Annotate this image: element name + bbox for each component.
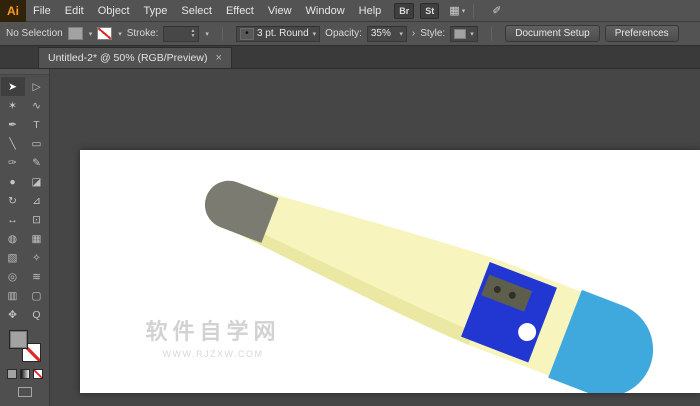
- style-swatch: [454, 28, 467, 39]
- menu-edit[interactable]: Edit: [58, 0, 91, 21]
- style-caret-icon: ▾: [470, 30, 474, 38]
- illustrator-logo[interactable]: Ai: [0, 0, 26, 22]
- tab-untitled-2[interactable]: Untitled-2* @ 50% (RGB/Preview) ×: [38, 47, 232, 68]
- brush-name: 3 pt. Round: [256, 28, 309, 39]
- hand-tool[interactable]: ✥: [1, 305, 25, 324]
- scale-tool[interactable]: ⊿: [25, 191, 49, 210]
- workspace-icon: ✐: [492, 5, 502, 17]
- width-tool[interactable]: ↔: [1, 210, 25, 229]
- arrange-documents-icon: ▦: [449, 5, 460, 17]
- opacity-input[interactable]: 35% ▾: [366, 25, 407, 42]
- stroke-weight-caret-icon[interactable]: ▾: [205, 30, 209, 38]
- gradient-tool[interactable]: ▧: [1, 248, 25, 267]
- blend-tool[interactable]: ◎: [1, 267, 25, 286]
- line-segment-tool[interactable]: ╲: [1, 134, 25, 153]
- stroke-weight-input[interactable]: ▲ ▼: [163, 25, 200, 42]
- menu-file[interactable]: File: [26, 0, 58, 21]
- control-bar: No Selection ▾ ▾ Stroke: ▲ ▼ ▾ • 3 pt. R…: [0, 22, 700, 46]
- stroke-stepper[interactable]: ▲ ▼: [190, 28, 195, 39]
- preferences-button[interactable]: Preferences: [604, 25, 679, 42]
- shape-builder-tool[interactable]: ◍: [1, 229, 25, 248]
- rotate-tool[interactable]: ↻: [1, 191, 25, 210]
- eyedropper-tool[interactable]: ✧: [25, 248, 49, 267]
- opacity-label: Opacity:: [325, 28, 362, 39]
- menu-view[interactable]: View: [261, 0, 299, 21]
- chevron-down-icon: ▾: [461, 7, 466, 15]
- tool-grid: ➤ ▷ ✶ ∿ ✒ T ╲ ▭ ✑ ✎ ● ◪ ↻ ⊿ ↔ ⊡ ◍ ▦ ▧ ✧ ◎ ≋ ▥ ▢ ✥ Q: [0, 75, 49, 324]
- stroke-color-swatch[interactable]: [97, 27, 113, 40]
- menu-help[interactable]: Help: [352, 0, 389, 21]
- tab-title: Untitled-2* @ 50% (RGB/Preview): [48, 52, 208, 64]
- style-dropdown[interactable]: ▾: [450, 25, 479, 42]
- stroke-caret-icon[interactable]: ▾: [118, 30, 122, 38]
- blob-brush-tool[interactable]: ●: [1, 172, 25, 191]
- opacity-caret-icon: ▾: [399, 30, 403, 38]
- gradient-button[interactable]: [19, 369, 30, 379]
- none-button[interactable]: [32, 369, 43, 379]
- screen-mode-button[interactable]: [17, 387, 32, 397]
- stock-button[interactable]: St: [420, 2, 440, 19]
- pen-tool[interactable]: ✒: [1, 115, 25, 134]
- rectangle-tool[interactable]: ▭: [25, 134, 49, 153]
- document-setup-button[interactable]: Document Setup: [505, 25, 600, 42]
- magic-wand-tool[interactable]: ✶: [1, 96, 25, 115]
- pencil-tool[interactable]: ✎: [25, 153, 49, 172]
- menu-window[interactable]: Window: [299, 0, 352, 21]
- transparency-panel-chevron-icon[interactable]: ›: [412, 28, 415, 39]
- artboard[interactable]: 软件自学网 WWW.RJZXW.COM: [80, 150, 700, 393]
- menu-object[interactable]: Object: [91, 0, 137, 21]
- color-mode-row: [0, 369, 49, 379]
- column-graph-tool[interactable]: ▥: [1, 286, 25, 305]
- menu-bar: Ai File Edit Object Type Select Effect View Win…: [0, 0, 700, 22]
- style-label: Style:: [420, 28, 446, 39]
- menu-select[interactable]: Select: [174, 0, 219, 21]
- control-separator-2: [491, 26, 493, 41]
- zoom-tool[interactable]: Q: [25, 305, 49, 324]
- mesh-tool[interactable]: ▦: [25, 229, 49, 248]
- direct-selection-tool[interactable]: ▷: [25, 77, 49, 96]
- free-transform-tool[interactable]: ⊡: [25, 210, 49, 229]
- fill-stroke-control[interactable]: [8, 330, 41, 362]
- tab-bar: Untitled-2* @ 50% (RGB/Preview) ×: [0, 46, 700, 69]
- menu-effect[interactable]: Effect: [219, 0, 261, 21]
- tab-close-icon[interactable]: ×: [215, 52, 221, 64]
- fill-caret-icon[interactable]: ▾: [89, 30, 93, 38]
- workspace-switcher-button[interactable]: ✐: [492, 4, 501, 17]
- stepper-down-icon[interactable]: ▼: [190, 33, 195, 39]
- arrange-documents-button[interactable]: ▦ ▾: [449, 4, 465, 17]
- color-button[interactable]: [6, 369, 17, 379]
- symbol-sprayer-tool[interactable]: ≋: [25, 267, 49, 286]
- tools-panel: ➤ ▷ ✶ ∿ ✒ T ╲ ▭ ✑ ✎ ● ◪ ↻ ⊿ ↔ ⊡ ◍ ▦ ▧ ✧ ◎ ≋ ▥ ▢ ✥ Q: [0, 69, 50, 406]
- opacity-value: 35%: [370, 28, 391, 39]
- selection-tool[interactable]: ➤: [0, 77, 25, 96]
- selection-status: No Selection: [6, 28, 63, 39]
- thermometer-artwork[interactable]: [80, 150, 700, 393]
- menubar-separator: [473, 3, 475, 18]
- lasso-tool[interactable]: ∿: [25, 96, 49, 115]
- artboard-tool[interactable]: ▢: [25, 286, 49, 305]
- brush-definition-dropdown[interactable]: • 3 pt. Round ▾: [235, 25, 321, 42]
- bridge-button[interactable]: Br: [394, 2, 415, 19]
- fill-color-swatch[interactable]: [67, 27, 83, 40]
- control-separator: [221, 26, 223, 41]
- eraser-tool[interactable]: ◪: [25, 172, 49, 191]
- menu-items: File Edit Object Type Select Effect View Window…: [26, 0, 388, 21]
- menu-type[interactable]: Type: [137, 0, 175, 21]
- fill-swatch[interactable]: [8, 330, 28, 349]
- type-tool[interactable]: T: [25, 115, 49, 134]
- brush-preview-icon: •: [239, 27, 254, 40]
- stroke-label: Stroke:: [126, 28, 159, 39]
- brush-caret-icon: ▾: [312, 30, 317, 38]
- paintbrush-tool[interactable]: ✑: [1, 153, 25, 172]
